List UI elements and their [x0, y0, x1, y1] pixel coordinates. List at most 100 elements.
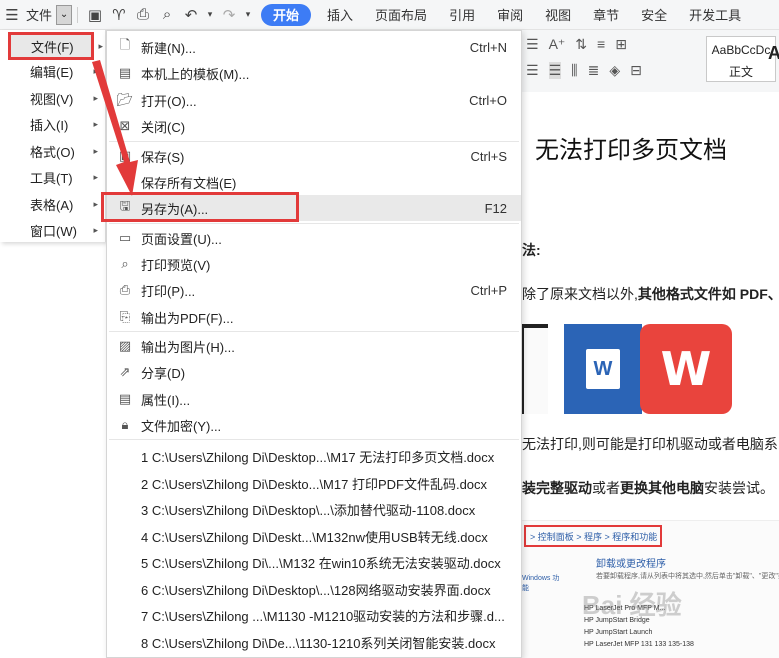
tab-start[interactable]: 开始: [261, 3, 312, 26]
menu-item-label: 关闭(C): [141, 119, 186, 135]
doc-title: 无法打印多页文档: [535, 136, 727, 164]
menu-file[interactable]: 文件(F) ▸: [8, 32, 103, 60]
doc-paragraph-2: 无法打印,则可能是打印机驱动或者电脑系: [522, 436, 778, 452]
folder-open-icon: 📂︎: [116, 92, 134, 107]
screenshot-desc: 若要卸载程序,请从列表中将其选中,然后单击"卸载"、"更改"或: [596, 573, 779, 580]
line-spacing-icon[interactable]: ≡: [597, 36, 605, 53]
style-normal[interactable]: AaBbCcDc 正文 A: [706, 36, 779, 82]
para1-bold: 其他格式文件如 PDF、: [637, 286, 779, 302]
export-pdf-icon: ⎘: [119, 309, 131, 324]
screenshot-breadcrumb: > 控制面板 > 程序 > 程序和功能: [524, 525, 662, 547]
font-size-icon[interactable]: A⁺: [549, 36, 566, 53]
menu-window[interactable]: 窗口(W) ▸: [6, 217, 104, 243]
indent-icon[interactable]: ☰: [526, 36, 539, 53]
tab-view[interactable]: 视图: [539, 3, 577, 27]
document-logo: [520, 324, 548, 414]
format-painter-icon[interactable]: ♈: [110, 6, 128, 24]
undo-icon[interactable]: ↶: [182, 6, 200, 24]
para3-bold-1: 装完整驱动: [522, 480, 592, 496]
doc-paragraph-3: 装完整驱动或者更换其他电脑安装尝试。: [522, 478, 774, 498]
menu-item-label: 文件加密(Y)...: [141, 418, 222, 434]
spacing-icon[interactable]: ≣: [588, 62, 600, 79]
wps-logo-letter: W: [660, 342, 712, 396]
menu-edit[interactable]: 编辑(E) ▸: [6, 58, 104, 84]
menu-item-open[interactable]: 📂︎ 打开(O)... Ctrl+O: [107, 87, 521, 113]
table-border-icon[interactable]: ⊟: [630, 62, 642, 79]
menu-insert[interactable]: 插入(I) ▸: [6, 111, 104, 137]
file-menu-button[interactable]: 文件: [24, 3, 54, 27]
tab-developer[interactable]: 开发工具: [683, 3, 747, 27]
menu-table[interactable]: 表格(A) ▸: [6, 191, 104, 217]
document-page[interactable]: 无法打印多页文档 法: 除了原来文档以外,其他格式文件如 PDF、 W W 无法…: [520, 92, 779, 658]
recent-file-2[interactable]: 2 C:\Users\Zhilong Di\Deskto...\M17 打印PD…: [141, 474, 487, 493]
menu-item-properties[interactable]: ▤ 属性(I)...: [107, 386, 521, 412]
close-doc-icon: ⊠: [119, 118, 131, 133]
print-icon[interactable]: ⎙: [134, 6, 152, 24]
menu-tools[interactable]: 工具(T) ▸: [6, 164, 104, 190]
redo-icon[interactable]: ↷: [220, 6, 238, 24]
recent-file-1[interactable]: 1 C:\Users\Zhilong Di\Desktop...\M17 无法打…: [141, 447, 494, 466]
encrypt-icon: 🔒︎: [121, 417, 129, 432]
menu-item-print-preview[interactable]: ⌕ 打印预览(V): [107, 251, 521, 277]
share-icon: ⇗: [119, 364, 131, 379]
menu-item-export-image[interactable]: ▨ 输出为图片(H)...: [107, 333, 521, 359]
recent-file-6[interactable]: 6 C:\Users\Zhilong Di\Desktop\...\128网络驱…: [141, 580, 491, 599]
toolbar-divider: [77, 6, 79, 23]
chevron-right-icon: ▸: [93, 171, 98, 182]
border-icon[interactable]: ⊞: [615, 36, 627, 53]
menu-item-print[interactable]: ⎙ 打印(P)... Ctrl+P: [107, 277, 521, 303]
menu-item-shortcut: F12: [484, 200, 507, 216]
hamburger-menu-icon[interactable]: ☰: [3, 6, 21, 24]
undo-dropdown-icon[interactable]: ▾: [206, 6, 214, 24]
menu-item-share[interactable]: ⇗ 分享(D): [107, 359, 521, 385]
sort-icon[interactable]: ⇅: [575, 36, 587, 53]
word-logo-letter: W: [586, 349, 620, 389]
file-dropdown-toggle[interactable]: ⌄: [56, 4, 73, 25]
justify-icon[interactable]: ☰: [548, 62, 562, 79]
menu-item-template[interactable]: ▤ 本机上的模板(M)...: [107, 60, 521, 86]
print-preview-icon[interactable]: ⌕: [158, 6, 176, 24]
menu-view-label: 视图(V): [30, 91, 74, 107]
menu-item-save[interactable]: ▣ 保存(S) Ctrl+S: [107, 143, 521, 169]
more-icon[interactable]: ▾: [244, 6, 252, 24]
menu-item-close[interactable]: ⊠ 关闭(C): [107, 113, 521, 139]
tab-review[interactable]: 审阅: [491, 3, 529, 27]
menu-format[interactable]: 格式(O) ▸: [6, 138, 104, 164]
menu-item-export-pdf[interactable]: ⎘ 输出为PDF(F)...: [107, 304, 521, 330]
chevron-right-icon: ▸: [93, 65, 98, 76]
align-left-icon[interactable]: ☰: [526, 62, 539, 79]
recent-file-4[interactable]: 4 C:\Users\Zhilong Di\Deskt...\M132nw使用U…: [141, 527, 488, 546]
tab-insert[interactable]: 插入: [321, 3, 359, 27]
save-icon[interactable]: ▣: [86, 6, 104, 24]
menu-item-label: 打印预览(V): [141, 257, 211, 273]
word-logo: W: [564, 324, 642, 414]
menu-format-label: 格式(O): [30, 144, 75, 160]
recent-file-8[interactable]: 8 C:\Users\Zhilong Di\De...\1130-1210系列关…: [141, 633, 496, 652]
recent-file-7[interactable]: 7 C:\Users\Zhilong ...\M1130 -M1210驱动安装的…: [141, 606, 505, 625]
menu-divider: [109, 141, 519, 142]
menu-divider: [109, 331, 519, 332]
tab-references[interactable]: 引用: [443, 3, 481, 27]
tab-security[interactable]: 安全: [635, 3, 673, 27]
menu-item-label: 属性(I)...: [141, 392, 191, 408]
chevron-right-icon: ▸: [93, 198, 98, 209]
chevron-right-icon: ▸: [93, 145, 98, 156]
screenshot-item: HP JumpStart Launch: [584, 629, 653, 636]
menu-item-new[interactable]: 🗋 新建(N)... Ctrl+N: [107, 34, 521, 60]
menu-item-shortcut: Ctrl+S: [470, 148, 507, 164]
shading-icon[interactable]: ◈: [609, 62, 620, 79]
save-icon: ▣: [118, 148, 132, 163]
column-icon[interactable]: ⫼: [571, 62, 577, 79]
doc-paragraph-1: 除了原来文档以外,其他格式文件如 PDF、: [522, 284, 779, 304]
tab-page-layout[interactable]: 页面布局: [369, 3, 433, 27]
classic-menu: 文件(F) ▸ 编辑(E) ▸ 视图(V) ▸ 插入(I) ▸ 格式(O) ▸ 工具(T)…: [0, 30, 106, 242]
menu-view[interactable]: 视图(V) ▸: [6, 85, 104, 111]
recent-file-5[interactable]: 5 C:\Users\Zhilong Di\...\M132 在win10系统无…: [141, 553, 501, 572]
recent-file-3[interactable]: 3 C:\Users\Zhilong Di\Desktop\...\添加替代驱动…: [141, 500, 475, 519]
menu-item-page-setup[interactable]: ▭ 页面设置(U)...: [107, 225, 521, 251]
tab-chapter[interactable]: 章节: [587, 3, 625, 27]
menu-item-encrypt[interactable]: 🔒︎ 文件加密(Y)...: [107, 412, 521, 438]
para1-plain: 除了原来文档以外,: [522, 286, 638, 302]
embedded-screenshot: > 控制面板 > 程序 > 程序和功能 卸载或更改程序 若要卸载程序,请从列表中…: [522, 520, 779, 658]
menu-item-label: 输出为PDF(F)...: [141, 310, 234, 326]
